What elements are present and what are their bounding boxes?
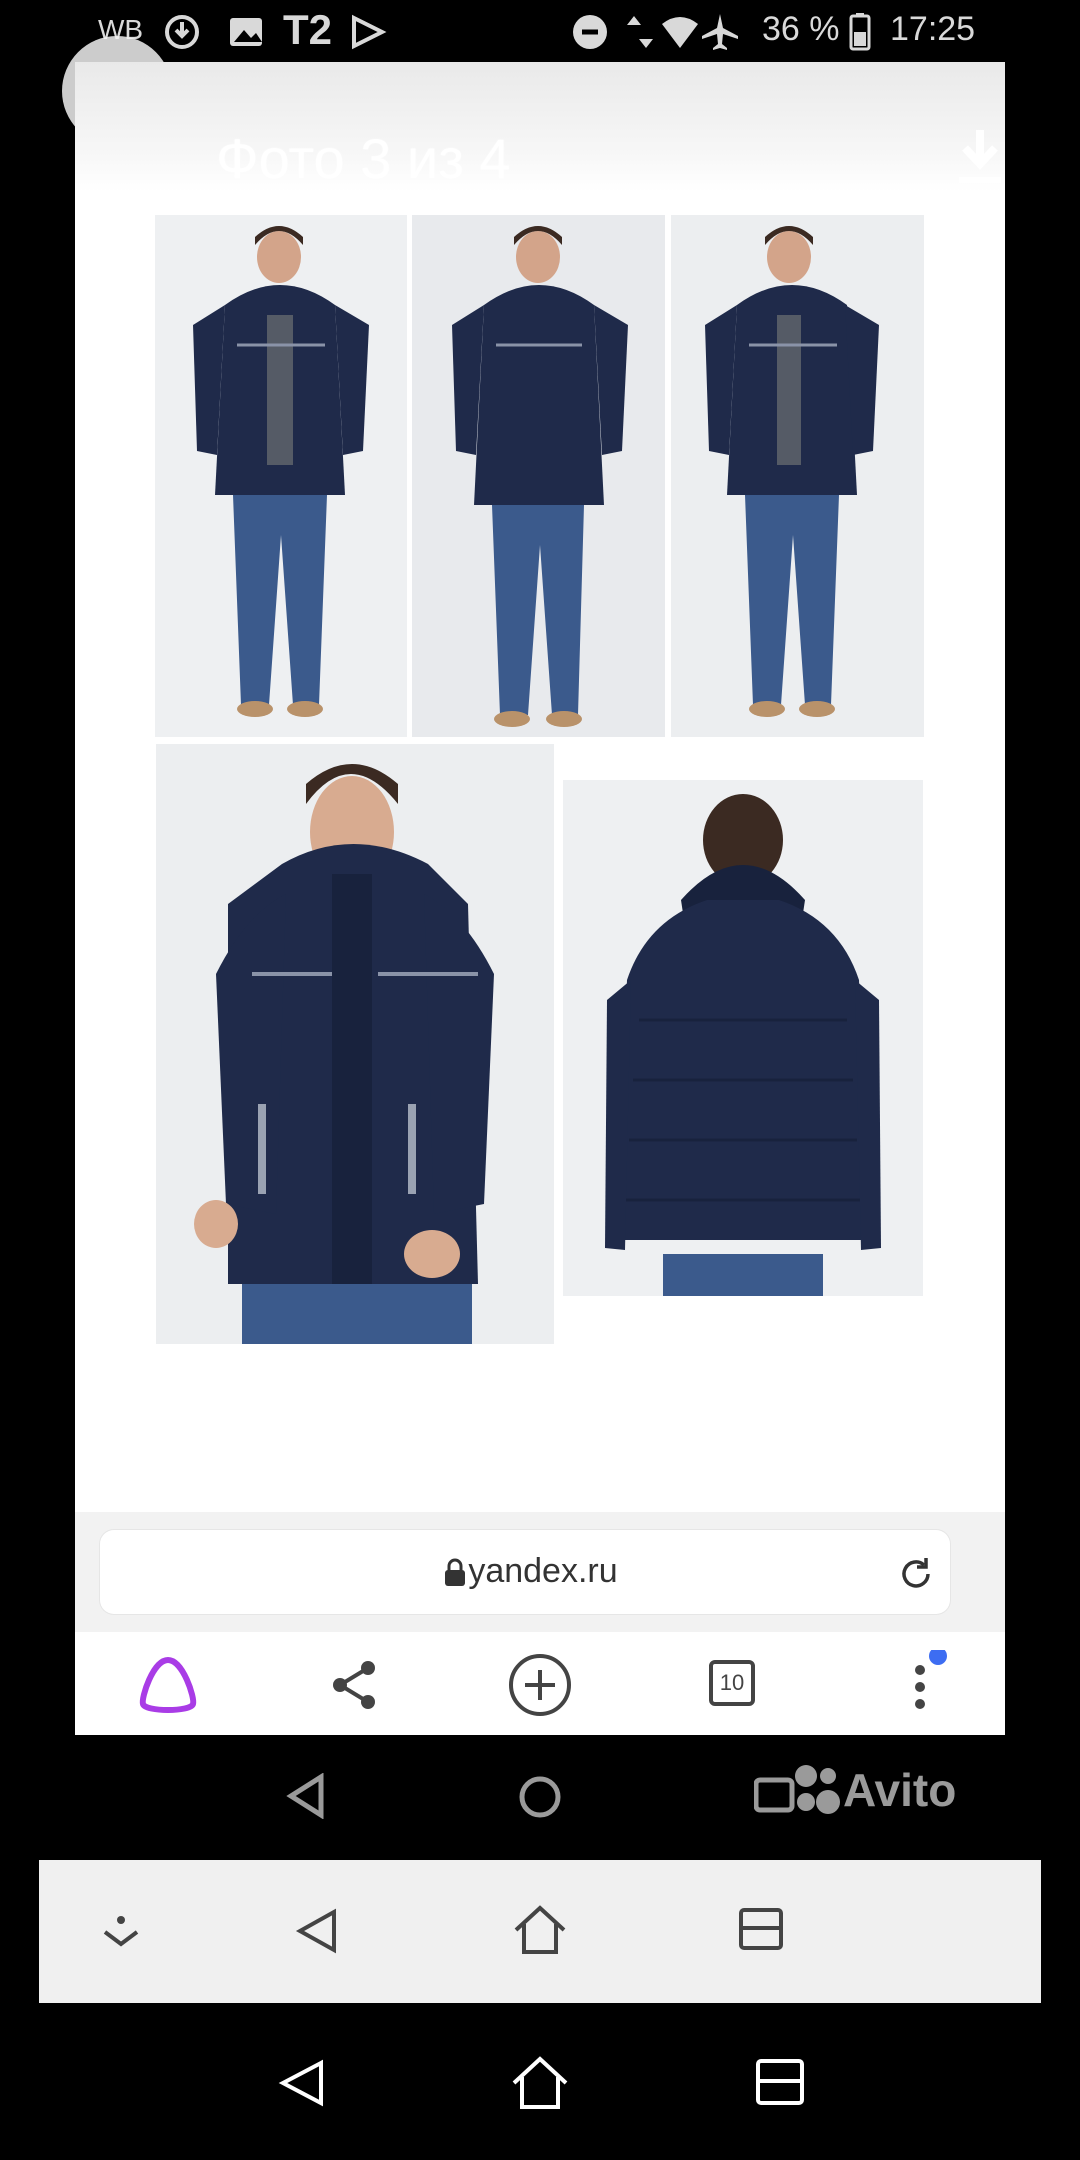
share-button[interactable] <box>320 1650 390 1720</box>
tabs-button[interactable]: 10 <box>700 1650 770 1720</box>
airplane-mode-icon <box>702 14 738 50</box>
operator-label: T2 <box>283 6 333 53</box>
photo-front-open <box>155 215 407 737</box>
embedded-screenshot: Фото 3 из 4 yandex.ru 10 <box>75 62 1005 1735</box>
home-icon[interactable] <box>512 1904 568 1956</box>
photo-back-view <box>563 780 923 1296</box>
home-icon[interactable] <box>510 2055 570 2111</box>
back-icon[interactable] <box>275 2057 327 2109</box>
tabs-count: 10 <box>709 1660 755 1706</box>
secondary-nav-bar <box>39 1860 1041 2003</box>
photo-viewer-header: Фото 3 из 4 <box>75 62 1005 192</box>
wifi-icon <box>662 17 698 48</box>
play-store-icon <box>352 14 387 50</box>
menu-more-button[interactable] <box>885 1650 955 1720</box>
new-tab-button[interactable] <box>505 1650 575 1720</box>
photo-front-closed <box>412 215 665 737</box>
avito-logo <box>754 1765 840 1814</box>
battery-icon <box>849 13 871 51</box>
update-icon <box>165 15 199 49</box>
battery-percent: 36 % <box>762 10 840 48</box>
photo-closeup-front <box>156 744 554 1344</box>
download-icon[interactable] <box>955 126 1005 186</box>
gallery-icon <box>230 18 262 46</box>
status-bar: WB T2 36 % 17:25 <box>0 0 1080 62</box>
recent-apps-icon[interactable] <box>738 1906 784 1952</box>
address-bar[interactable]: yandex.ru <box>100 1530 950 1614</box>
browser-toolbar: 10 <box>75 1632 1005 1735</box>
photo-counter-title: Фото 3 из 4 <box>216 127 511 190</box>
notification-dot <box>929 1650 947 1665</box>
clock: 17:25 <box>890 10 976 48</box>
url-text: yandex.ru <box>468 1552 618 1590</box>
photo-three-quarter <box>671 215 924 737</box>
system-nav-bar <box>0 2003 1080 2160</box>
hide-bar-icon[interactable] <box>101 1912 141 1952</box>
browser-address-area: yandex.ru <box>75 1512 1005 1632</box>
avito-watermark: Avito <box>843 1764 957 1816</box>
data-arrows-icon <box>627 16 653 48</box>
data-saver-icon <box>573 15 607 49</box>
recent-apps-icon[interactable] <box>755 2057 805 2107</box>
alice-assistant-button[interactable] <box>133 1650 203 1720</box>
reload-icon[interactable] <box>896 1554 936 1594</box>
home-circle-icon <box>519 1776 561 1818</box>
back-icon[interactable] <box>292 1906 342 1956</box>
back-triangle-icon <box>286 1773 324 1819</box>
